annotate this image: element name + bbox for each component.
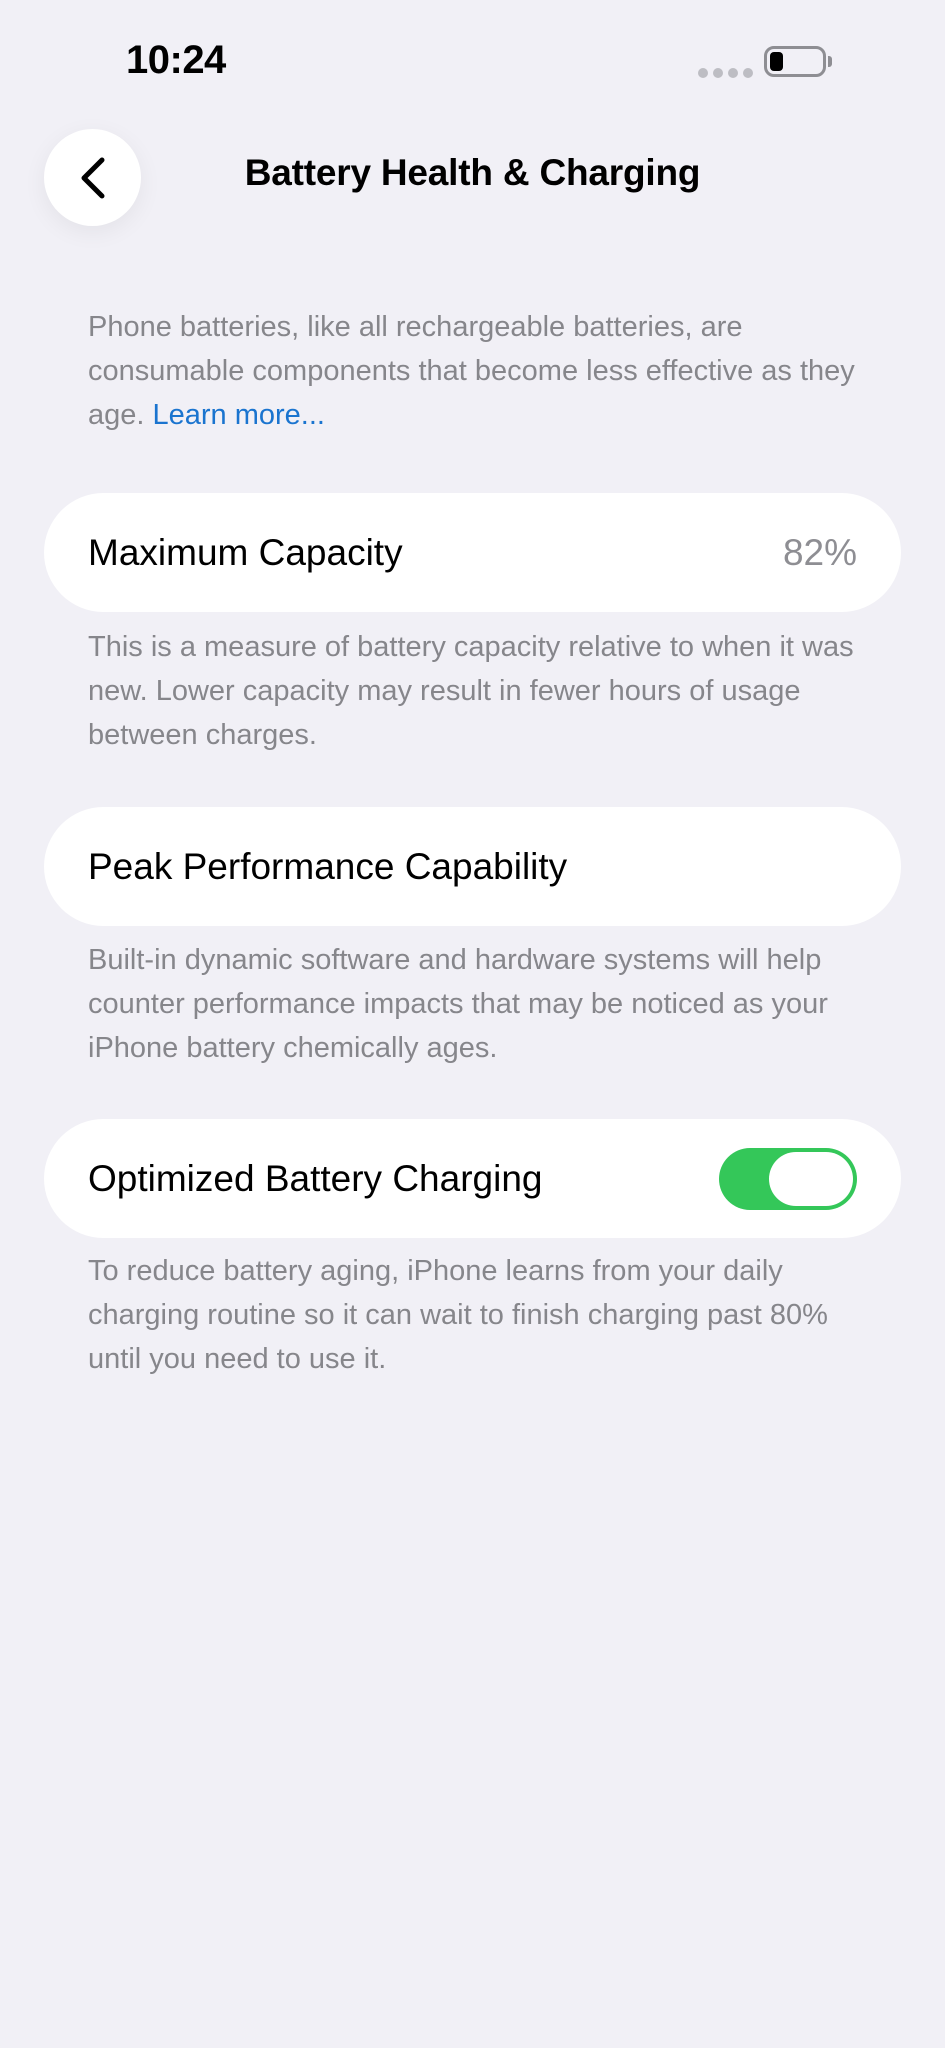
- maximum-capacity-label: Maximum Capacity: [88, 531, 403, 573]
- page-title: Battery Health & Charging: [244, 152, 701, 193]
- maximum-capacity-row: Maximum Capacity 82%: [44, 493, 901, 612]
- peak-performance-row[interactable]: Peak Performance Capability: [44, 807, 901, 926]
- status-bar: 10:24: [0, 0, 945, 120]
- learn-more-link[interactable]: Learn more...: [153, 399, 325, 431]
- status-time: 10:24: [126, 38, 226, 82]
- maximum-capacity-description: This is a measure of battery capacity re…: [88, 631, 854, 751]
- signal-icon: [698, 68, 753, 78]
- optimized-charging-label: Optimized Battery Charging: [88, 1157, 543, 1199]
- peak-performance-label: Peak Performance Capability: [88, 845, 568, 887]
- optimized-charging-toggle[interactable]: [719, 1147, 857, 1210]
- optimized-charging-description: To reduce battery aging, iPhone learns f…: [88, 1255, 828, 1375]
- toggle-knob: [769, 1151, 853, 1206]
- maximum-capacity-value: 82%: [782, 531, 857, 573]
- battery-icon: [764, 46, 832, 77]
- peak-performance-description: Built-in dynamic software and hardware s…: [88, 944, 828, 1064]
- intro-text: Phone batteries, like all rechargeable b…: [88, 305, 868, 437]
- optimized-charging-row: Optimized Battery Charging: [44, 1119, 901, 1238]
